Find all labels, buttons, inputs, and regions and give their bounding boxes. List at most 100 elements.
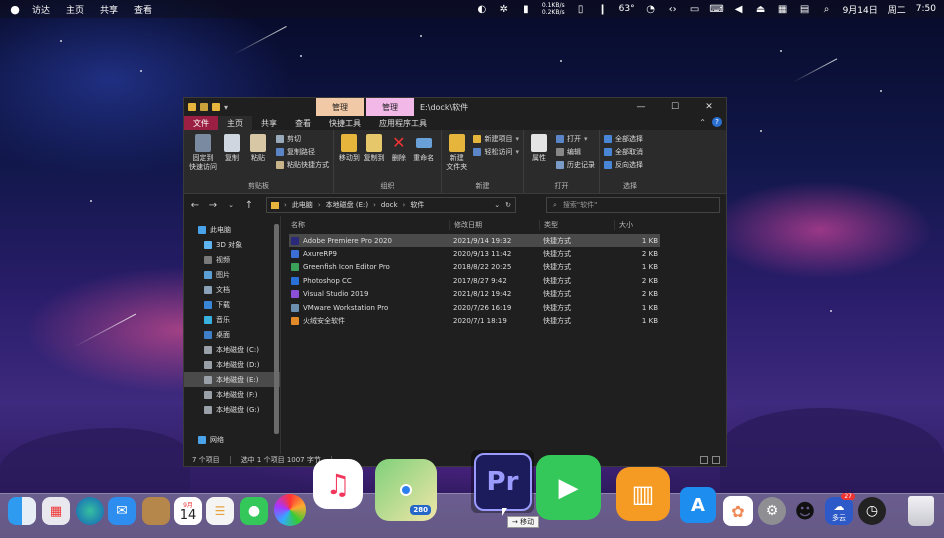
properties-qat-icon[interactable] [200, 103, 208, 111]
back-button[interactable]: ← [190, 200, 200, 211]
pin-icon[interactable]: ▮ [520, 3, 532, 15]
status-app-icon[interactable]: ◐ [476, 3, 488, 15]
search-input[interactable]: ⌕ 搜索"软件" [546, 197, 720, 213]
books-icon[interactable]: ▥ [616, 467, 670, 521]
menu-view[interactable]: 查看 [134, 3, 152, 16]
file-row[interactable]: Photoshop CC 2017/8/27 9:42 快捷方式 2 KB [289, 274, 660, 287]
nav-item[interactable]: 下载 [184, 297, 280, 312]
copy-path-button[interactable]: 复制路径 [276, 147, 329, 157]
nav-item[interactable]: 本地磁盘 (C:) [184, 342, 280, 357]
photos-ball-icon[interactable] [274, 494, 306, 526]
open-button[interactable]: 打开 ▾ [556, 134, 595, 144]
nav-scrollbar[interactable] [273, 220, 279, 450]
finder-icon[interactable] [8, 497, 36, 525]
file-row[interactable]: Adobe Premiere Pro 2020 2021/9/14 19:32 快捷… [289, 234, 660, 248]
clock-status-icon[interactable]: ◔ [645, 3, 657, 15]
crumb-dock[interactable]: dock [381, 201, 398, 209]
file-row[interactable]: Greenfish Icon Editor Pro 2018/8/22 20:25… [289, 261, 660, 274]
apple-icon[interactable]: ● [8, 2, 22, 16]
context-tab-manage-shortcut[interactable]: 管理 [316, 98, 364, 116]
select-all-button[interactable]: 全部选择 [604, 134, 643, 144]
tab-share[interactable]: 共享 [252, 116, 286, 130]
date[interactable]: 9月14日 [843, 3, 878, 16]
photos-icon[interactable]: ✿ [723, 496, 753, 526]
net-speed[interactable]: 0.1KB/s 0.2KB/s [542, 2, 565, 16]
refresh-icon[interactable]: ↻ [505, 201, 511, 209]
nav-item[interactable]: 网络 [184, 432, 280, 447]
maximize-button[interactable]: ☐ [658, 98, 692, 116]
trash-icon[interactable] [908, 496, 934, 526]
nav-item[interactable]: 本地磁盘 (D:) [184, 357, 280, 372]
nav-item[interactable]: 本地磁盘 (G:) [184, 402, 280, 417]
file-row[interactable]: Visual Studio 2019 2021/8/12 19:42 快捷方式 2 K… [289, 288, 660, 301]
new-item-button[interactable]: 新建项目 ▾ [473, 134, 519, 144]
menu-home[interactable]: 主页 [66, 3, 84, 16]
app-store-icon[interactable]: A [680, 487, 716, 523]
calendar-icon[interactable]: 9月 14 [174, 497, 202, 525]
gear-status-icon[interactable]: ✲ [498, 3, 510, 15]
crumb-software[interactable]: 软件 [410, 200, 424, 210]
tab-home[interactable]: 主页 [218, 116, 252, 130]
nav-scrollbar-thumb[interactable] [274, 224, 279, 434]
tab-file[interactable]: 文件 [184, 116, 218, 130]
select-none-button[interactable]: 全部取消 [604, 147, 643, 157]
file-row[interactable]: AxureRP9 2020/9/13 11:42 快捷方式 2 KB [289, 247, 660, 260]
crumb-drive-e[interactable]: 本地磁盘 (E:) [326, 200, 368, 210]
title-bar[interactable]: ▾ 管理 管理 E:\dock\软件 — ☐ ✕ [184, 98, 726, 116]
menu-app-name[interactable]: 访达 [32, 3, 50, 16]
clock-icon[interactable]: ◷ [858, 497, 886, 525]
volume-icon[interactable]: ◀ [733, 3, 745, 15]
maps-icon[interactable]: 280 [375, 459, 437, 521]
time[interactable]: 7:50 [916, 4, 936, 14]
system-preferences-icon[interactable]: ⚙ [758, 497, 786, 525]
qat-dropdown-icon[interactable]: ▾ [224, 103, 228, 112]
facetime-icon[interactable]: ▶ [536, 455, 601, 520]
close-button[interactable]: ✕ [692, 98, 726, 116]
nav-item[interactable]: 视频 [184, 252, 280, 267]
display-icon[interactable]: ▭ [689, 3, 701, 15]
nav-item[interactable]: 本地磁盘 (E:) [184, 372, 280, 387]
premiere-pro-icon[interactable]: Pr [473, 452, 532, 511]
launchpad-icon[interactable]: ▦ [42, 497, 70, 525]
nav-item[interactable]: 图片 [184, 267, 280, 282]
tab-shortcut-tools[interactable]: 快捷工具 [320, 116, 370, 130]
file-row[interactable]: 火绒安全软件 2020/7/1 18:19 快捷方式 1 KB [289, 314, 660, 327]
contacts-icon[interactable] [142, 497, 170, 525]
address-input[interactable]: › 此电脑 › 本地磁盘 (E:) › dock › 软件 ⌄ ↻ [266, 197, 516, 213]
new-folder-qat-icon[interactable] [212, 103, 220, 111]
context-tab-manage-app[interactable]: 管理 [366, 98, 414, 116]
collapse-ribbon-icon[interactable]: ⌃ [699, 118, 706, 127]
details-view-icon[interactable] [700, 456, 708, 464]
nav-item[interactable]: 文档 [184, 282, 280, 297]
control-center-icon[interactable]: ▤ [799, 3, 811, 15]
help-icon[interactable]: ? [712, 117, 722, 127]
column-type[interactable]: 类型 [539, 220, 614, 230]
address-dropdown-icon[interactable]: ⌄ [494, 201, 500, 209]
paste-shortcut-button[interactable]: 粘贴快捷方式 [276, 160, 329, 170]
large-icons-view-icon[interactable] [712, 456, 720, 464]
edit-button[interactable]: 编辑 [556, 147, 595, 157]
qq-icon[interactable]: ☻ [791, 496, 819, 526]
eject-icon[interactable]: ⏏ [755, 3, 767, 15]
easy-access-button[interactable]: 轻松访问 ▾ [473, 147, 519, 157]
history-button[interactable]: 历史记录 [556, 160, 595, 170]
nav-item[interactable]: 本地磁盘 (F:) [184, 387, 280, 402]
recent-locations-button[interactable]: ⌄ [226, 201, 236, 209]
search-icon[interactable]: ⌕ [821, 3, 833, 15]
nav-item[interactable]: 此电脑 [184, 222, 280, 237]
nav-item[interactable]: 3D 对象 [184, 237, 280, 252]
weekday[interactable]: 周二 [888, 3, 906, 16]
edge-icon[interactable] [76, 497, 104, 525]
cut-button[interactable]: 剪切 [276, 134, 329, 144]
up-button[interactable]: ↑ [244, 200, 254, 211]
temperature[interactable]: 63° [619, 4, 635, 14]
minimize-button[interactable]: — [624, 98, 658, 116]
column-date[interactable]: 修改日期 [449, 220, 539, 230]
forward-button[interactable]: → [208, 200, 218, 211]
phone-icon[interactable]: ▯ [575, 3, 587, 15]
nav-item[interactable]: 桌面 [184, 327, 280, 342]
crumb-this-pc[interactable]: 此电脑 [292, 200, 313, 210]
code-icon[interactable]: ‹› [667, 3, 679, 15]
tab-view[interactable]: 查看 [286, 116, 320, 130]
grid-icon[interactable]: ▦ [777, 3, 789, 15]
